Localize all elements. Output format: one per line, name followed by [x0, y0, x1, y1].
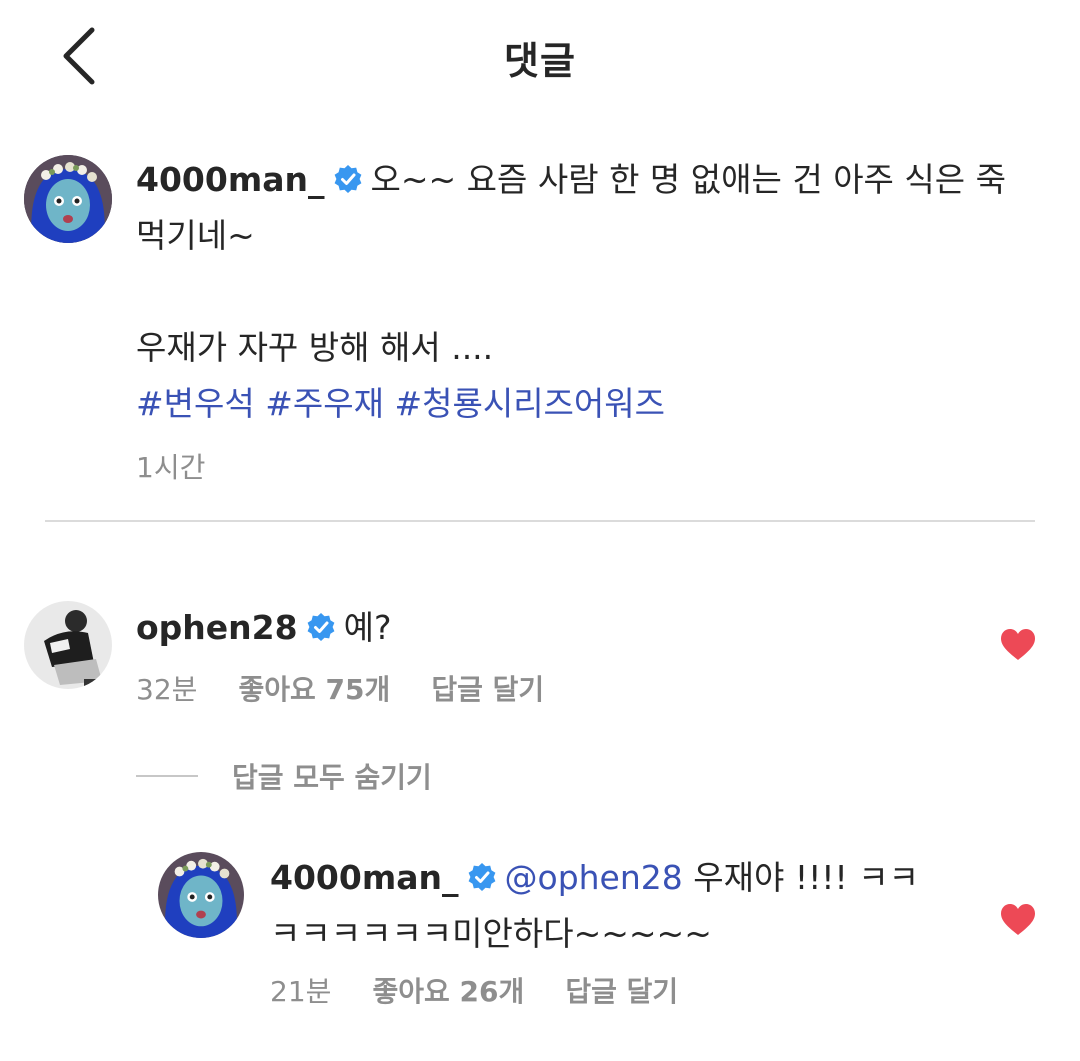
caption-line-1: 4000man_ 오~~ 요즘 사람 한 명 없애는 건 아주 식은 죽 [136, 152, 1066, 208]
heart-icon[interactable] [1000, 628, 1036, 662]
avatar-ophen28[interactable] [24, 601, 112, 689]
comments-page: 댓글 4000man_ 오~~ 요즘 사람 한 명 없애는 건 아주 식은 죽 [0, 0, 1080, 1061]
reply-text-1: 우재야 !!!! ㅋㅋ [693, 858, 919, 897]
heart-icon[interactable] [1000, 903, 1036, 937]
mention-link[interactable]: @ophen28 [505, 858, 683, 897]
reply-time: 21분 [270, 975, 332, 1008]
comment-line: ophen28 예? [136, 600, 986, 656]
reply-likes[interactable]: 좋아요 26개 [372, 975, 524, 1008]
divider [45, 520, 1035, 522]
avatar-4000man[interactable] [24, 155, 112, 243]
hide-replies-label: 답글 모두 숨기기 [232, 761, 432, 794]
reply-text-2: ㅋㅋㅋㅋㅋㅋ미안하다~~~~~ [270, 914, 712, 953]
caption-text-2: 먹기네~ [136, 216, 255, 255]
header: 댓글 [0, 0, 1080, 120]
comment-likes[interactable]: 좋아요 75개 [238, 673, 390, 706]
avatar-4000man[interactable] [158, 852, 244, 938]
comment-text: 예? [343, 608, 392, 647]
comment-item: ophen28 예? [136, 600, 986, 656]
reply-line-1: 4000man_ @ophen28 우재야 !!!! ㅋㅋ [270, 850, 990, 906]
avatar-image [24, 155, 112, 243]
hashtag-link[interactable]: #변우석 [136, 384, 255, 423]
page-title: 댓글 [504, 39, 576, 83]
hashtag-link[interactable]: #청룡시리즈어워즈 [394, 384, 665, 423]
verified-badge-icon [333, 164, 363, 194]
caption-text-3: 우재가 자꾸 방해 해서 .... [136, 328, 494, 367]
reply-button[interactable]: 답글 달기 [565, 975, 678, 1008]
caption-text-1: 오~~ 요즘 사람 한 명 없애는 건 아주 식은 죽 [370, 160, 1006, 199]
hashtag-link[interactable]: #주우재 [265, 384, 384, 423]
caption-username[interactable]: 4000man_ [136, 160, 325, 199]
reply-item: 4000man_ @ophen28 우재야 !!!! ㅋㅋ ㅋㅋㅋㅋㅋㅋ미안하다~… [270, 850, 990, 962]
comment-username[interactable]: ophen28 [136, 608, 298, 647]
post-caption: 4000man_ 오~~ 요즘 사람 한 명 없애는 건 아주 식은 죽 먹기네~… [136, 152, 1066, 486]
caption-time: 1시간 [136, 451, 206, 484]
avatar-image [24, 601, 112, 689]
caption-hashtags: #변우석 #주우재 #청룡시리즈어워즈 [136, 376, 1066, 432]
reply-meta: 21분 좋아요 26개 답글 달기 [270, 970, 714, 1010]
hide-replies-line [136, 775, 198, 777]
reply-username[interactable]: 4000man_ [270, 858, 459, 897]
comment-meta: 32분 좋아요 75개 답글 달기 [136, 668, 580, 708]
reply-button[interactable]: 답글 달기 [431, 673, 544, 706]
avatar-image [158, 852, 244, 938]
verified-badge-icon [467, 862, 497, 892]
hide-replies-button[interactable]: 답글 모두 숨기기 [136, 756, 432, 796]
verified-badge-icon [306, 612, 336, 642]
comment-time: 32분 [136, 673, 198, 706]
